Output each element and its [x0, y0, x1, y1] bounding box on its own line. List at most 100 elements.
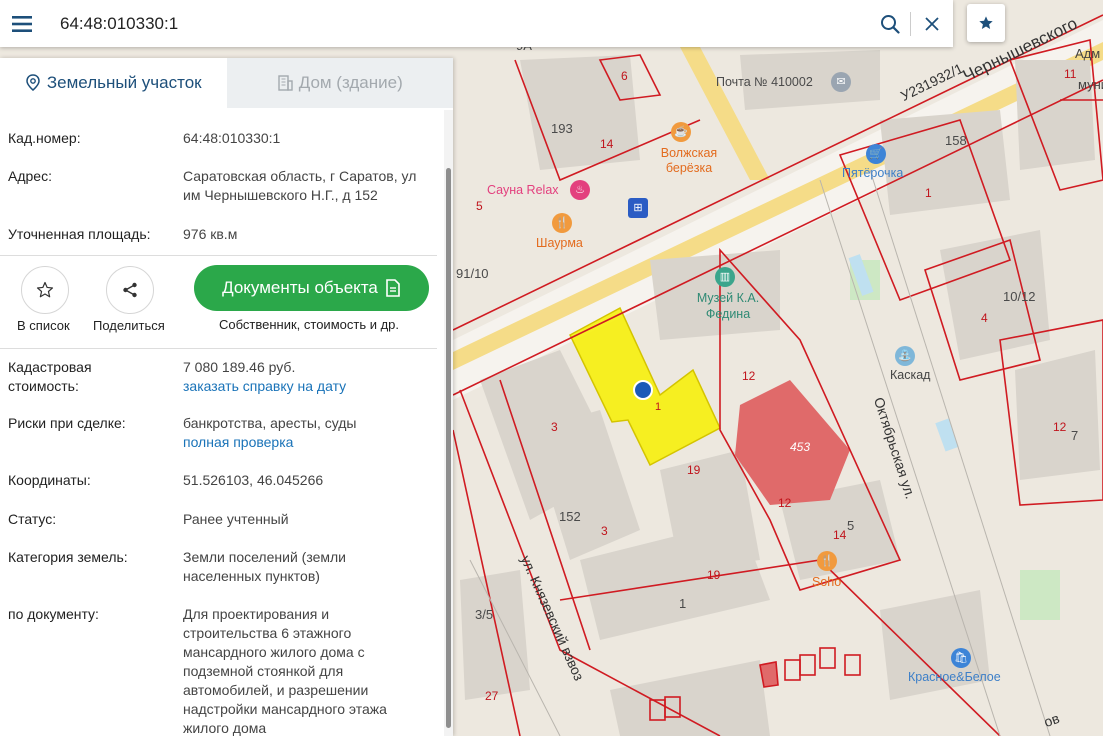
star-outline-icon — [36, 281, 54, 298]
parcel-number: 12 — [778, 496, 792, 510]
star-icon — [979, 16, 993, 29]
status-value: Ранее учтенный — [183, 511, 289, 527]
bus-stop-icon: ⊞ — [628, 198, 648, 218]
poi-sauna[interactable]: Сауна Relax — [487, 183, 559, 197]
info-panel: Земельный участок Дом (здание) Кад.номер… — [0, 58, 453, 736]
menu-button[interactable] — [0, 0, 44, 47]
parcel-number: 5 — [476, 199, 483, 213]
house-number: 7 — [1071, 428, 1079, 443]
share-button[interactable] — [106, 266, 154, 314]
fountain-icon: ⛲ — [895, 346, 915, 366]
poi-pochta[interactable]: Почта № 410002 — [716, 75, 813, 89]
documents-subtitle: Собственник, стоимость и др. — [219, 317, 400, 332]
add-to-list-label[interactable]: В список — [17, 318, 70, 333]
poi-mun: муни — [1078, 77, 1103, 92]
search-button[interactable] — [870, 4, 910, 44]
address-label: Адрес: — [8, 168, 52, 184]
mail-icon: ✉ — [831, 72, 851, 92]
add-to-list-button[interactable] — [21, 266, 69, 314]
house-number: 1 — [679, 596, 687, 611]
row-cad-number: Кад.номер: 64:48:010330:1 — [0, 129, 453, 148]
parcel-number: 14 — [600, 137, 614, 151]
parcel-number: 3 — [551, 420, 558, 434]
house-number: 91/10 — [456, 266, 489, 281]
parcel-number: 14 — [833, 528, 847, 542]
parcel-number: 19 — [687, 463, 701, 477]
cad-number-link[interactable]: 64:48:010330:1 — [183, 129, 428, 148]
order-certificate-link[interactable]: заказать справку на дату — [183, 377, 428, 396]
action-bar: В список Поделиться Документы объекта Со… — [0, 256, 453, 348]
bookmark-button[interactable] — [967, 4, 1005, 42]
poi-pyaterochka[interactable]: Пятёрочка — [842, 166, 903, 180]
parcel-number: 11 — [1064, 67, 1077, 81]
search-input[interactable] — [44, 3, 870, 44]
row-document-purpose: по документу: Для проектирования и строи… — [0, 605, 453, 736]
address-value: Саратовская область, г Саратов, ул им Че… — [183, 168, 417, 203]
row-area: Уточненная площадь: 976 кв.м — [0, 225, 453, 244]
status-label: Статус: — [8, 511, 57, 527]
parcel-number: 6 — [621, 69, 628, 83]
cost-value-group: 7 080 189.46 руб. заказать справку на да… — [183, 358, 428, 396]
shop-icon: 🛒 — [866, 144, 886, 164]
tab-land-plot[interactable]: Земельный участок — [0, 58, 227, 108]
building-icon — [278, 75, 293, 91]
clear-button[interactable] — [911, 4, 953, 44]
area-label: Уточненная площадь: — [8, 226, 151, 242]
cost-label: Кадастровая стоимость: — [8, 359, 92, 394]
row-risks: Риски при сделке: банкротства, аресты, с… — [0, 414, 453, 452]
poi-sharma[interactable]: Шаурма — [536, 236, 583, 250]
cad-number-label: Кад.номер: — [8, 130, 81, 146]
house-number: 10/12 — [1003, 289, 1036, 304]
area-value: 976 кв.м — [183, 226, 238, 242]
house-number: 152 — [559, 509, 581, 524]
row-cost: Кадастровая стоимость: 7 080 189.46 руб.… — [0, 358, 453, 396]
poi-krasnoe[interactable]: Красное&Белое — [908, 670, 1001, 684]
row-status: Статус: Ранее учтенный — [0, 510, 453, 529]
document-icon — [386, 279, 400, 297]
parcel-number: 3 — [601, 524, 608, 538]
full-check-link[interactable]: полная проверка — [183, 433, 428, 452]
house-number: 5 — [847, 518, 855, 533]
poi-muzey[interactable]: Музей К.А. Федина — [688, 290, 768, 322]
category-value: Земли поселений (земли населенных пункто… — [183, 549, 346, 584]
documents-button[interactable]: Документы объекта — [194, 265, 429, 311]
poi-soho[interactable]: Soho — [812, 575, 841, 589]
category-label: Категория земель: — [8, 549, 128, 565]
parcel-number: 27 — [485, 689, 499, 703]
poi-kaskad[interactable]: Каскад — [890, 368, 930, 382]
tabs: Земельный участок Дом (здание) — [0, 58, 453, 108]
documents-button-label: Документы объекта — [222, 278, 378, 297]
liquor-shop-icon: 🛍 — [951, 648, 971, 668]
scrollbar-thumb[interactable] — [446, 168, 451, 728]
search-bar — [0, 0, 953, 47]
parcel-number: 19 — [707, 568, 721, 582]
row-coordinates: Координаты: 51.526103, 46.045266 — [0, 471, 453, 490]
tab-building[interactable]: Дом (здание) — [226, 58, 453, 108]
house-number: 193 — [551, 121, 573, 136]
poi-adm: Адм — [1075, 46, 1101, 61]
tab-land-plot-label: Земельный участок — [46, 73, 202, 92]
poi-volzhskaya[interactable]: Волжская берёзка — [649, 146, 729, 176]
restaurant-icon: 🍴 — [817, 551, 837, 571]
search-icon — [881, 14, 900, 34]
risks-value: банкротства, аресты, суды — [183, 415, 357, 431]
spa-icon: ♨ — [570, 180, 590, 200]
food-icon: 🍴 — [552, 213, 572, 233]
share-icon — [123, 282, 137, 298]
risks-label: Риски при сделке: — [8, 415, 126, 431]
tab-building-label: Дом (здание) — [298, 73, 403, 92]
risks-value-group: банкротства, аресты, суды полная проверк… — [183, 414, 428, 452]
parcel-number: 12 — [742, 369, 756, 383]
coords-value: 51.526103, 46.045266 — [183, 472, 324, 488]
house-number: 3/5 — [475, 607, 494, 622]
doc-purpose-label: по документу: — [8, 606, 99, 622]
coords-label: Координаты: — [8, 472, 91, 488]
coffee-icon: ☕ — [671, 122, 691, 142]
cost-value: 7 080 189.46 руб. — [183, 359, 296, 375]
location-marker[interactable] — [633, 380, 653, 400]
row-category: Категория земель: Земли поселений (земли… — [0, 548, 453, 586]
hamburger-icon — [12, 15, 32, 32]
house-number: 158 — [945, 133, 967, 148]
share-label[interactable]: Поделиться — [93, 318, 165, 333]
parcel-number: 4 — [981, 311, 988, 325]
